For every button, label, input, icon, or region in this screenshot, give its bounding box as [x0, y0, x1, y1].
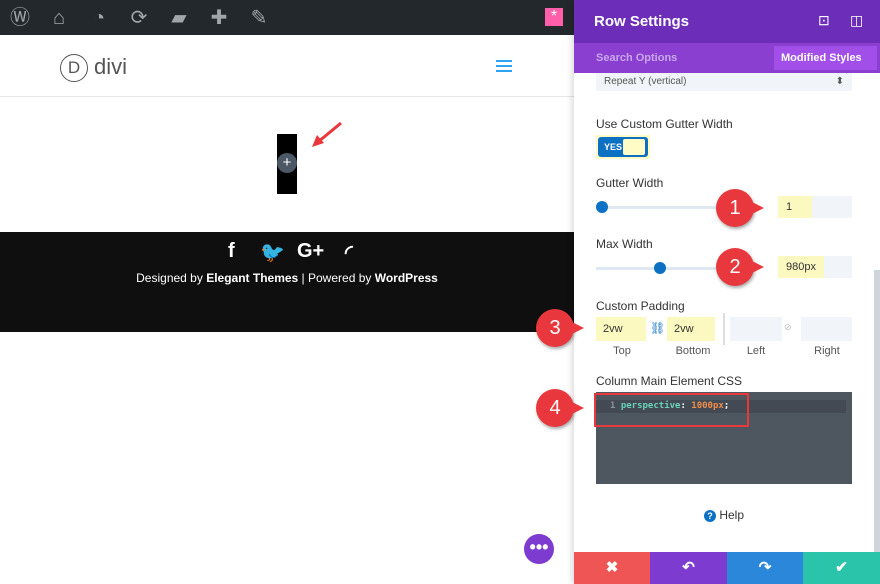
facebook-icon[interactable]: f	[228, 240, 235, 263]
help-label: Help	[719, 508, 745, 522]
save-button[interactable]: ✔	[803, 552, 880, 584]
admin-bar: Ⓦ ⌂ ◔ ⟳ ▰ ✚ ✎ *	[0, 0, 574, 35]
cancel-button[interactable]: ✖	[574, 552, 650, 584]
home-icon[interactable]: ⌂	[47, 6, 71, 30]
undo-button[interactable]: ↶	[650, 552, 727, 584]
gutter-width-label: Gutter Width	[596, 176, 664, 190]
pencil-icon[interactable]: ✎	[247, 6, 271, 30]
padding-left-label: Left	[746, 345, 766, 357]
padding-top-label: Top	[613, 345, 631, 357]
logo-text[interactable]: divi	[94, 54, 127, 80]
unlink-icon[interactable]: ⊘	[784, 322, 792, 333]
more-options-button[interactable]: •••	[524, 534, 554, 564]
modified-styles-label: Modified Styles	[781, 52, 862, 64]
padding-right-input[interactable]	[801, 317, 852, 341]
plus-icon[interactable]: ✚	[207, 6, 231, 30]
redo-button[interactable]: ↷	[727, 552, 803, 584]
fullscreen-icon[interactable]: ⊡	[818, 12, 830, 29]
max-width-label: Max Width	[596, 237, 653, 251]
help-link[interactable]: ? Help	[704, 508, 744, 522]
select-value: Repeat Y (vertical)	[604, 76, 687, 87]
comment-icon[interactable]: ▰	[167, 6, 191, 30]
padding-right-label: Right	[814, 345, 840, 357]
link-icon[interactable]: ⛓	[650, 321, 665, 335]
credits-sep: | Powered by	[298, 271, 375, 285]
select-arrows-icon: ⬍	[835, 76, 844, 87]
gutter-width-slider[interactable]	[596, 206, 716, 209]
arrow-annotation-icon	[312, 121, 342, 147]
step-marker-4: 4	[536, 389, 584, 427]
search-bar: Search Options Modified Styles ✖	[574, 43, 880, 88]
step-marker-1: 1	[716, 189, 764, 227]
css-label: Column Main Element CSS	[596, 374, 743, 388]
wordpress-link[interactable]: WordPress	[375, 271, 438, 285]
add-module-button[interactable]: +	[277, 153, 297, 173]
twitter-icon[interactable]: 🐦	[260, 240, 285, 265]
scrollbar[interactable]	[874, 270, 880, 552]
logo-icon[interactable]: D	[60, 54, 88, 82]
dashboard-icon[interactable]: ◔	[87, 6, 111, 30]
google-plus-icon[interactable]: G+	[297, 240, 324, 263]
credits-text: Designed by	[136, 271, 207, 285]
asterisk-icon[interactable]: *	[545, 8, 563, 26]
step-marker-2: 2	[716, 248, 764, 286]
elegant-link[interactable]: Elegant Themes	[206, 271, 298, 285]
gutter-toggle-label: Use Custom Gutter Width	[596, 117, 733, 131]
menu-icon[interactable]	[496, 60, 512, 62]
gutter-width-input[interactable]: 1	[778, 196, 852, 218]
help-icon: ?	[704, 510, 716, 522]
background-repeat-select[interactable]: Repeat Y (vertical) ⬍	[596, 73, 852, 91]
gutter-toggle[interactable]: YES	[596, 135, 650, 159]
step-marker-3: 3	[536, 309, 584, 347]
wordpress-icon[interactable]: Ⓦ	[8, 6, 32, 30]
panel-header: Row Settings ⊡ ◫	[574, 0, 880, 43]
search-input[interactable]: Search Options	[596, 52, 677, 64]
custom-padding-label: Custom Padding	[596, 299, 685, 313]
divider	[723, 313, 725, 345]
padding-top-input[interactable]: 2vw	[596, 317, 646, 341]
modified-styles-filter[interactable]: Modified Styles ✖	[774, 46, 877, 88]
max-width-input[interactable]: 980px	[778, 256, 852, 278]
padding-bottom-label: Bottom	[675, 345, 711, 357]
rss-icon[interactable]: ◜	[345, 240, 353, 265]
gutter-width-thumb[interactable]	[596, 201, 608, 213]
row-settings-panel: Row Settings ⊡ ◫ Search Options Modified…	[574, 0, 880, 584]
highlight-box	[594, 393, 749, 427]
toggle-value: YES	[604, 142, 623, 152]
refresh-icon[interactable]: ⟳	[127, 6, 151, 30]
max-width-thumb[interactable]	[654, 262, 666, 274]
padding-left-input[interactable]	[730, 317, 782, 341]
sidebar-icon[interactable]: ◫	[850, 12, 863, 29]
padding-bottom-input[interactable]: 2vw	[667, 317, 715, 341]
panel-title: Row Settings	[594, 13, 690, 30]
toggle-knob	[623, 139, 645, 155]
footer-credits: Designed by Elegant Themes | Powered by …	[0, 271, 574, 285]
